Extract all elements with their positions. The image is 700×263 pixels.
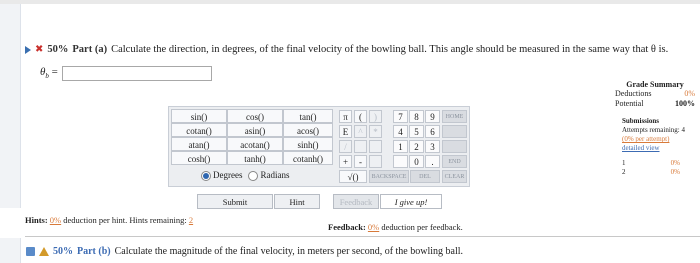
left-gutter — [0, 4, 21, 208]
submission-row: 2 0% — [622, 168, 680, 176]
submission-list: 1 0% 2 0% — [622, 159, 698, 177]
digit-3-button[interactable]: 3 — [425, 140, 440, 153]
attempts-remaining: Attempts remaining: 4 — [622, 126, 685, 134]
plus-button[interactable]: + — [339, 155, 352, 168]
degrees-radio[interactable]: Degrees — [201, 170, 242, 181]
hints-remaining: 2 — [188, 215, 194, 225]
atan-button[interactable]: atan() — [171, 137, 227, 151]
incorrect-x-icon: ✖ — [35, 44, 44, 55]
grade-summary: Grade Summary Deductions 0% Potential 100% — [615, 80, 695, 109]
answer-row: θb = — [40, 66, 212, 81]
asin-button[interactable]: asin() — [227, 123, 283, 137]
answer-input[interactable] — [61, 66, 212, 81]
sin-button[interactable]: sin() — [171, 109, 227, 123]
part-b-label: Part (b) — [77, 246, 111, 257]
give-up-button[interactable]: I give up! — [380, 194, 442, 209]
part-b-question: Calculate the magnitude of the final vel… — [114, 246, 464, 257]
sqrt-button[interactable]: √() — [339, 170, 367, 183]
feedback-button[interactable]: Feedback — [333, 194, 379, 209]
answer-label: θb = — [40, 66, 58, 81]
potential-value: 100% — [675, 99, 695, 108]
sinh-button[interactable]: sinh() — [283, 137, 333, 151]
function-grid: sin() cos() tan() cotan() asin() acos() … — [171, 109, 333, 165]
slash-button[interactable]: / — [339, 140, 352, 153]
blank-key[interactable] — [393, 155, 408, 168]
home-button[interactable]: HOME — [442, 110, 467, 123]
part-a-percent: 50% — [47, 44, 69, 55]
blank-key[interactable] — [442, 125, 467, 138]
submit-button[interactable]: Submit — [197, 194, 273, 209]
submission-row: 1 0% — [622, 159, 680, 167]
radians-radio[interactable]: Radians — [248, 170, 289, 181]
section-divider — [25, 236, 700, 237]
deductions-label: Deductions — [615, 89, 652, 98]
decimal-button[interactable]: . — [425, 155, 440, 168]
digit-9-button[interactable]: 9 — [425, 110, 440, 123]
end-button[interactable]: END — [442, 155, 467, 168]
submissions-title: Submissions — [622, 117, 659, 125]
feedback-deduction: 0% — [367, 222, 380, 232]
potential-label: Potential — [615, 99, 644, 108]
del-button[interactable]: DEL — [410, 170, 440, 183]
cotan-button[interactable]: cotan() — [171, 123, 227, 137]
acotan-button[interactable]: acotan() — [227, 137, 283, 151]
digit-7-button[interactable]: 7 — [393, 110, 408, 123]
backspace-button[interactable]: BACKSPACE — [369, 170, 409, 183]
digit-6-button[interactable]: 6 — [425, 125, 440, 138]
cotanh-button[interactable]: cotanh() — [283, 151, 333, 165]
pi-button[interactable]: π — [339, 110, 352, 123]
minus-button[interactable]: - — [354, 155, 367, 168]
hint-deduction: 0% — [49, 215, 62, 225]
radio-selected-icon — [201, 170, 211, 181]
part-a-header: ✖ 50% Part (a) Calculate the direction, … — [25, 44, 668, 55]
play-icon[interactable] — [25, 45, 31, 54]
per-attempt: (0% per attempt) — [622, 135, 670, 143]
blank-key[interactable] — [354, 140, 367, 153]
digit-2-button[interactable]: 2 — [409, 140, 424, 153]
cos-button[interactable]: cos() — [227, 109, 283, 123]
angle-mode: Degrees Radians — [201, 170, 289, 181]
right-paren-button[interactable]: ) — [369, 110, 382, 123]
part-b-header[interactable]: 50% Part (b) Calculate the magnitude of … — [26, 246, 463, 257]
detailed-view-link[interactable]: detailed view — [622, 144, 698, 153]
blank-key[interactable] — [369, 140, 382, 153]
feedback-line: Feedback: 0% deduction per feedback. — [328, 222, 463, 232]
tan-button[interactable]: tan() — [283, 109, 333, 123]
clear-button[interactable]: CLEAR — [442, 170, 467, 183]
digit-8-button[interactable]: 8 — [409, 110, 424, 123]
digit-5-button[interactable]: 5 — [409, 125, 424, 138]
digit-4-button[interactable]: 4 — [393, 125, 408, 138]
left-gutter-lower — [0, 238, 21, 263]
warning-icon — [39, 247, 49, 256]
blank-key[interactable] — [442, 140, 467, 153]
part-icon — [26, 247, 35, 256]
star-button[interactable]: * — [369, 125, 382, 138]
blank-key[interactable] — [369, 155, 382, 168]
grade-summary-title: Grade Summary — [626, 80, 684, 89]
tanh-button[interactable]: tanh() — [227, 151, 283, 165]
top-divider — [0, 0, 700, 4]
deductions-value: 0% — [684, 89, 695, 98]
left-paren-button[interactable]: ( — [354, 110, 367, 123]
part-b-percent: 50% — [53, 246, 73, 257]
part-a-label: Part (a) — [72, 44, 108, 55]
hints-line: Hints: 0% deduction per hint. Hints rema… — [25, 215, 194, 225]
calculator-panel: sin() cos() tan() cotan() asin() acos() … — [168, 106, 470, 187]
hint-button[interactable]: Hint — [274, 194, 320, 209]
e-button[interactable]: E — [339, 125, 352, 138]
part-a-question: Calculate the direction, in degrees, of … — [111, 44, 669, 55]
digit-0-button[interactable]: 0 — [409, 155, 424, 168]
cosh-button[interactable]: cosh() — [171, 151, 227, 165]
caret-button[interactable]: ^ — [354, 125, 367, 138]
submissions-panel: Submissions Attempts remaining: 4 (0% pe… — [622, 117, 698, 177]
radio-icon — [248, 170, 259, 181]
acos-button[interactable]: acos() — [283, 123, 333, 137]
digit-1-button[interactable]: 1 — [393, 140, 408, 153]
